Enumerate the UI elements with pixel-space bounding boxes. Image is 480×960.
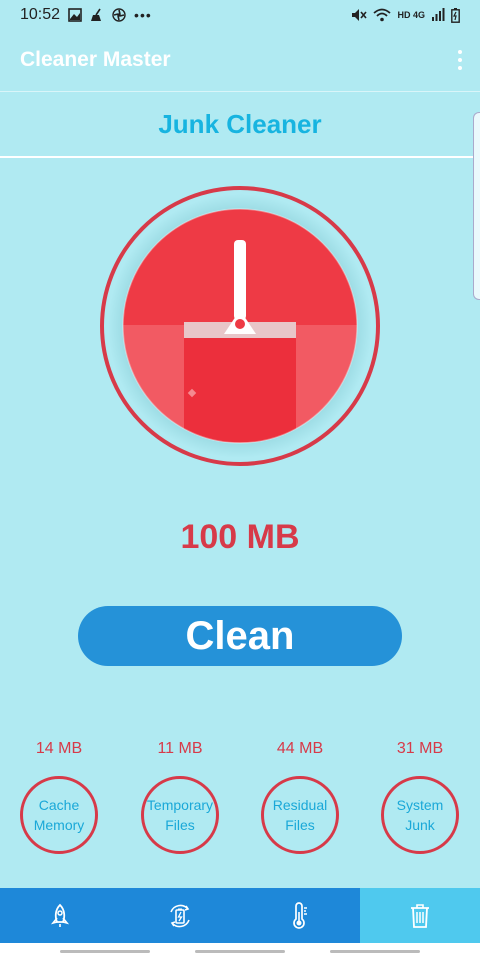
category-size: 14 MB	[35, 740, 83, 757]
trash-icon	[411, 903, 429, 928]
category-label-line2: Memory	[33, 817, 85, 833]
category-temporary-files[interactable]: 11 MB Temporary Files	[135, 740, 225, 854]
category-size: 31 MB	[396, 740, 444, 757]
mute-icon	[352, 9, 368, 21]
category-circle[interactable]: Temporary Files	[141, 776, 219, 854]
clean-button[interactable]: Clean	[78, 606, 402, 666]
section-title: Junk Cleaner	[158, 108, 322, 139]
junk-gauge	[100, 186, 380, 466]
gesture-back[interactable]	[60, 950, 150, 953]
category-label-line1: Cache	[38, 797, 80, 813]
category-circle[interactable]: Cache Memory	[20, 776, 98, 854]
battery-icon	[451, 7, 460, 23]
gallery-icon	[68, 8, 82, 22]
nav-item-cooler[interactable]	[240, 888, 360, 943]
thermometer-icon	[293, 901, 307, 929]
wifi-icon	[373, 8, 392, 22]
network-type: HD 4G	[397, 10, 425, 20]
category-label-line1: Residual	[272, 797, 328, 813]
junk-total-size: 100 MB	[180, 518, 300, 556]
bottom-nav	[0, 888, 480, 943]
category-circle[interactable]: System Junk	[381, 776, 459, 854]
category-label-line1: Temporary	[146, 797, 214, 813]
app-title: Cleaner Master	[20, 48, 171, 71]
status-time: 10:52	[20, 6, 61, 23]
fan-icon	[112, 8, 126, 22]
category-residual-files[interactable]: 44 MB Residual Files	[255, 740, 345, 854]
category-size: 11 MB	[157, 740, 203, 757]
gesture-recents[interactable]	[330, 950, 420, 953]
scroll-handle[interactable]	[473, 112, 480, 300]
category-label-line1: System	[396, 797, 444, 813]
rocket-icon	[50, 903, 70, 927]
category-system-junk[interactable]: 31 MB System Junk	[375, 740, 465, 854]
category-size: 44 MB	[276, 740, 324, 757]
app-bar: Cleaner Master	[0, 30, 480, 90]
category-label-line2: Files	[165, 817, 195, 833]
category-circle[interactable]: Residual Files	[261, 776, 339, 854]
overflow-menu-icon[interactable]	[458, 50, 462, 70]
status-bar: 10:52 ••• HD 4G	[0, 0, 480, 30]
section-header: Junk Cleaner	[0, 91, 480, 158]
status-more-dots: •••	[134, 7, 152, 23]
nav-item-junk-cleaner[interactable]	[360, 888, 480, 943]
system-gesture-bar	[0, 943, 480, 960]
status-left: 10:52 •••	[20, 6, 152, 24]
battery-saver-icon	[170, 904, 190, 927]
broom-icon	[91, 8, 102, 21]
gesture-home[interactable]	[195, 950, 285, 953]
status-right: HD 4G	[351, 7, 460, 23]
category-label-line2: Junk	[405, 817, 435, 833]
category-cache-memory[interactable]: 14 MB Cache Memory	[14, 740, 104, 854]
category-label-line2: Files	[285, 817, 315, 833]
nav-item-boost[interactable]	[0, 888, 120, 943]
signal-icon	[432, 8, 445, 21]
nav-item-battery[interactable]	[120, 888, 240, 943]
